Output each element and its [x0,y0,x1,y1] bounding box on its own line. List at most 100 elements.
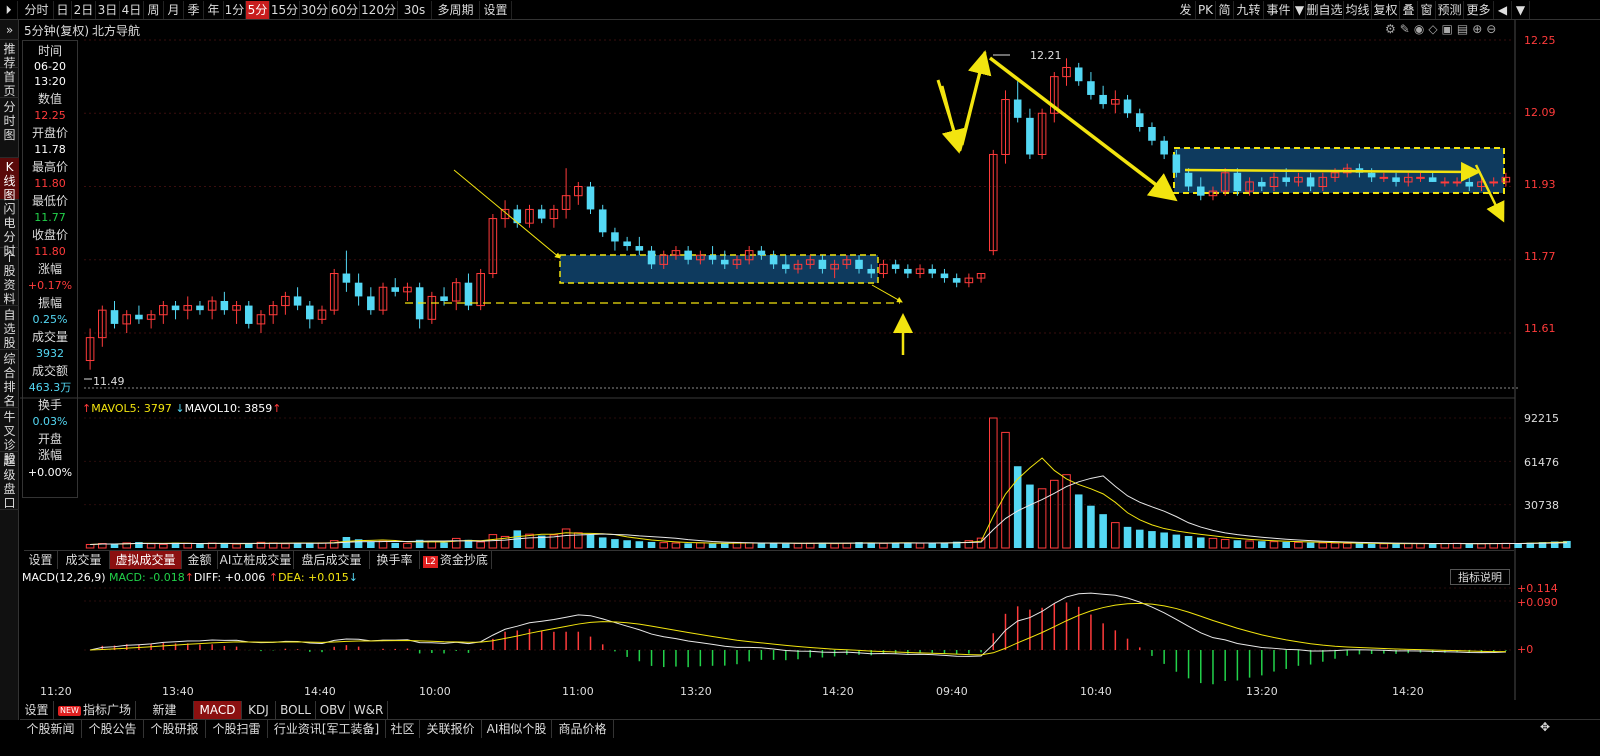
volume-bar [696,542,705,549]
candle-body [1135,113,1144,127]
candle-body [440,296,448,301]
volume-bar [1026,484,1034,548]
volume-bar [708,543,717,548]
volume-bar [904,543,912,548]
candle-body [623,241,631,247]
volume-bar [1196,537,1205,548]
volume-bar [561,528,571,549]
volume-bar [1099,514,1107,548]
volume-bar [1342,542,1352,549]
volume-bar [1172,534,1181,548]
annotations [84,50,1505,380]
volume-bar [586,534,595,548]
volume-bar [1367,543,1376,548]
volume-bar [1233,540,1242,548]
volume-bar [1258,541,1266,548]
candle-body [244,305,253,324]
volume-bar [1087,505,1095,548]
candle-body [867,268,876,274]
candle-body [757,250,766,256]
candle-body [1428,177,1437,182]
candle-body [720,259,729,265]
volume-bar [281,543,290,549]
candle-body [1026,117,1034,155]
candle-body [513,209,522,224]
candle-body [1452,181,1462,184]
volume-bar [647,541,656,548]
volume-bar [1282,541,1290,548]
volume-bar [1477,543,1486,549]
volume-bar [623,540,631,548]
volume-bar [1379,543,1389,549]
volume-bar [671,542,681,549]
chart-canvas [20,20,1571,700]
candle-body [598,209,607,233]
candle-body [367,296,375,311]
candle-body [1013,99,1022,118]
volume-bar [1123,526,1132,548]
volume-bar [928,542,937,548]
candle-body [342,273,351,283]
volume-bar [1208,537,1218,549]
volume-bar [915,542,925,549]
volume-bar [757,543,766,548]
candle-body [1160,140,1168,155]
candle-body [171,305,180,311]
candle-body [220,301,229,311]
volume-bar [1489,542,1498,549]
volume-bar [232,543,241,549]
volume-bar [842,542,852,549]
volume-bar [830,543,839,549]
dea-line [90,602,1506,656]
volume-bar [451,537,461,549]
candle-body [769,255,778,265]
candle-body [1282,177,1290,182]
volume-bar [196,543,204,548]
candle-body [1123,99,1132,114]
volume-bar [1392,543,1400,548]
grid [20,20,1518,700]
candle-body [1233,172,1242,192]
candle-body [464,282,473,306]
volume-bar [525,533,534,549]
mavol10-line [90,475,1567,545]
candle-body [1087,81,1095,95]
candle-body [1148,127,1156,141]
volume-bar [988,417,998,549]
candle-body [1074,67,1083,82]
candle-body [904,268,912,274]
volume-bar [805,542,815,549]
volume-bar [146,543,156,549]
volume-bar [744,542,754,549]
volume-bar [403,542,412,549]
volume-bar [440,542,448,548]
volume-bar [1269,541,1279,549]
volume-bar [1306,542,1315,548]
volume-bar [1220,539,1230,549]
volume-bar [1416,543,1425,549]
volume-bar [159,543,168,549]
volume-bar [306,543,314,548]
volume-bar [367,541,375,548]
volume-bar [220,543,229,548]
volume-bar [1440,542,1450,549]
volume-bar [1403,542,1413,549]
volume-bar [1111,522,1120,549]
volume-bar [598,537,607,548]
volume-bar [1355,543,1364,548]
volume-bar [476,541,485,549]
volume-bar [1148,531,1156,548]
candle-body [891,264,900,269]
volume-bar [1428,543,1437,548]
candle-body [1367,172,1376,178]
candle-body [611,232,619,242]
candle-body [940,273,949,279]
candle-body [1099,94,1107,105]
volume-bar [684,543,692,548]
volume-bar [1465,543,1474,548]
volume-bar [488,534,498,549]
candle-body [586,186,595,210]
candle-body [1440,181,1450,184]
volume-bar [183,542,193,549]
candle-body [293,296,302,306]
